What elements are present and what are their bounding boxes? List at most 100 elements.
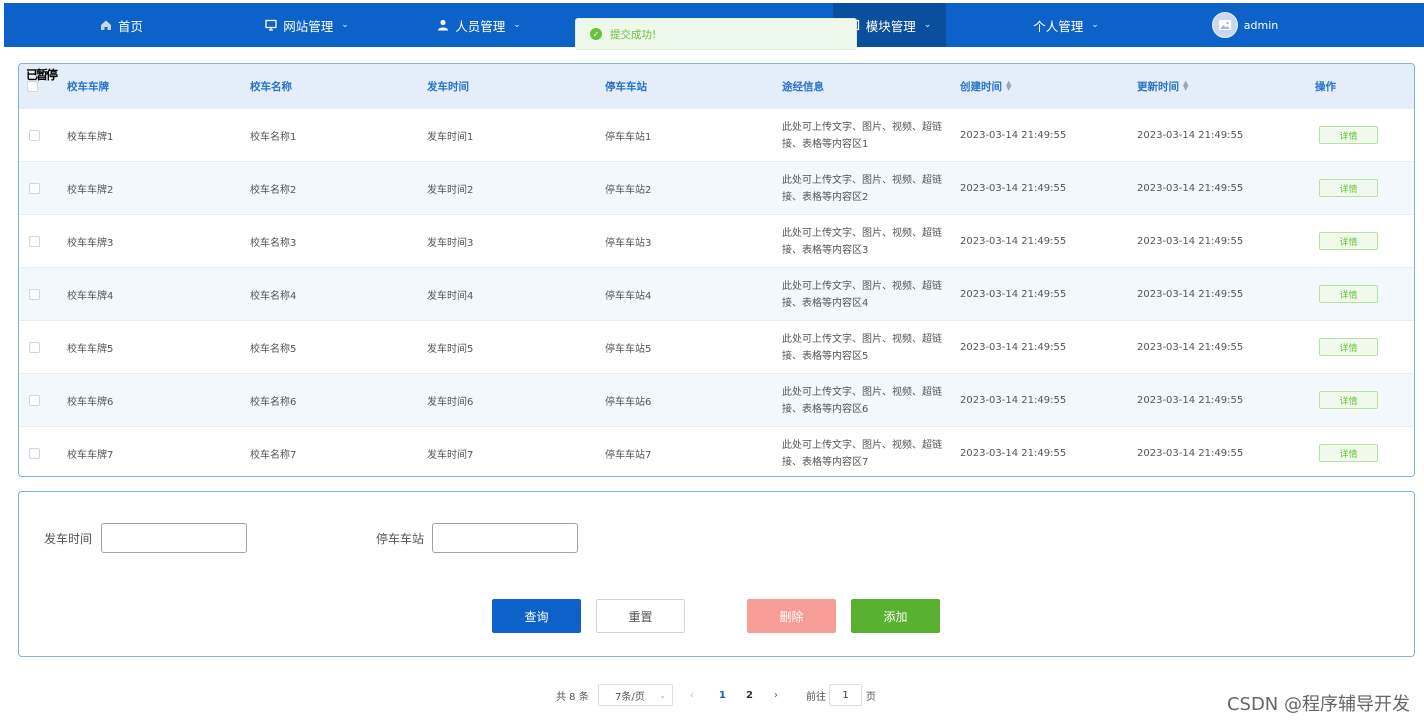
cell-created: 2023-03-14 21:49:55 xyxy=(960,448,1067,459)
table-row: 校车车牌4 校车名称4 发车时间4 停车车站4 此处可上传文字、图片、视频、超链接、表格… xyxy=(19,267,1414,320)
row-checkbox[interactable] xyxy=(29,448,40,459)
table-row: 校车车牌1 校车名称1 发车时间1 停车车站1 此处可上传文字、图片、视频、超链接、表格… xyxy=(19,108,1414,161)
cell-depart: 发车时间2 xyxy=(427,185,474,196)
header-updated-label: 更新时间 xyxy=(1137,80,1179,93)
table-row: 校车车牌3 校车名称3 发车时间3 停车车站3 此处可上传文字、图片、视频、超链接、表格… xyxy=(19,214,1414,267)
nav-website-label: 网站管理 xyxy=(283,18,334,34)
page-suffix-label: 页 xyxy=(866,691,876,703)
check-circle-icon: ✓ xyxy=(590,28,602,40)
station-input[interactable] xyxy=(432,523,578,553)
nav-personnel-label: 人员管理 xyxy=(455,18,506,34)
station-label: 停车车站 xyxy=(376,532,425,546)
cell-name: 校车名称1 xyxy=(250,132,297,143)
cell-plate: 校车车牌7 xyxy=(67,450,114,461)
cell-depart: 发车时间1 xyxy=(427,132,474,143)
depart-time-input[interactable] xyxy=(101,523,247,553)
delete-button[interactable]: 删除 xyxy=(747,599,836,633)
paused-overlay-text: 已暂停 xyxy=(26,68,58,82)
cell-route: 此处可上传文字、图片、视频、超链接、表格等内容区4 xyxy=(782,280,942,309)
cell-route: 此处可上传文字、图片、视频、超链接、表格等内容区6 xyxy=(782,386,942,415)
cell-name: 校车名称7 xyxy=(250,450,297,461)
row-checkbox[interactable] xyxy=(29,342,40,353)
sort-icon[interactable]: ▲ ▼ xyxy=(1006,80,1011,92)
cell-updated: 2023-03-14 21:49:55 xyxy=(1137,289,1244,300)
depart-time-label: 发车时间 xyxy=(44,532,93,546)
cell-created: 2023-03-14 21:49:55 xyxy=(960,236,1067,247)
header-created[interactable]: 创建时间 ▲ ▼ xyxy=(960,64,1011,108)
prev-page-icon[interactable]: ‹ xyxy=(690,684,694,706)
nav-home-label: 首页 xyxy=(117,18,143,34)
success-toast: ✓ 提交成功! xyxy=(575,18,857,50)
header-station: 停车车站 xyxy=(605,64,647,108)
goto-page-input[interactable]: 1 xyxy=(829,684,862,706)
cell-depart: 发车时间5 xyxy=(427,344,474,355)
detail-button[interactable]: 详情 xyxy=(1319,179,1378,197)
chevron-down-icon: ⌄ xyxy=(513,20,521,30)
user-menu[interactable]: admin xyxy=(1186,3,1304,47)
cell-station: 停车车站2 xyxy=(605,185,652,196)
cell-name: 校车名称5 xyxy=(250,344,297,355)
goto-label: 前往 xyxy=(806,691,826,703)
cell-updated: 2023-03-14 21:49:55 xyxy=(1137,183,1244,194)
row-checkbox[interactable] xyxy=(29,289,40,300)
nav-website-management[interactable]: 网站管理 ⌄ xyxy=(239,3,375,47)
query-button[interactable]: 查询 xyxy=(492,599,581,633)
header-name: 校车名称 xyxy=(250,64,292,108)
cell-plate: 校车车牌4 xyxy=(67,291,114,302)
cell-updated: 2023-03-14 21:49:55 xyxy=(1137,130,1244,141)
cell-plate: 校车车牌5 xyxy=(67,344,114,355)
cell-name: 校车名称3 xyxy=(250,238,297,249)
cell-depart: 发车时间4 xyxy=(427,291,474,302)
cell-depart: 发车时间6 xyxy=(427,397,474,408)
search-panel: 发车时间 停车车站 查询 重置 删除 添加 xyxy=(18,491,1415,657)
cell-name: 校车名称4 xyxy=(250,291,297,302)
row-checkbox[interactable] xyxy=(29,236,40,247)
detail-button[interactable]: 详情 xyxy=(1319,338,1378,356)
detail-button[interactable]: 详情 xyxy=(1319,232,1378,250)
header-route-label: 途经信息 xyxy=(782,80,824,93)
table-row: 校车车牌7 校车名称7 发车时间7 停车车站7 此处可上传文字、图片、视频、超链接、表格… xyxy=(19,426,1414,476)
cell-updated: 2023-03-14 21:49:55 xyxy=(1137,395,1244,406)
nav-module-label: 模块管理 xyxy=(865,18,916,34)
cell-created: 2023-03-14 21:49:55 xyxy=(960,395,1067,406)
chevron-down-icon: ⌄ xyxy=(923,20,932,30)
watermark: CSDN @程序辅导开发 xyxy=(1226,694,1410,715)
detail-button[interactable]: 详情 xyxy=(1319,126,1378,144)
nav-home[interactable]: 首页 xyxy=(4,3,239,47)
add-button[interactable]: 添加 xyxy=(851,599,940,633)
nav-personal-management[interactable]: 个人管理 ⌄ xyxy=(946,3,1186,47)
row-checkbox[interactable] xyxy=(29,183,40,194)
cell-updated: 2023-03-14 21:49:55 xyxy=(1137,342,1244,353)
detail-button[interactable]: 详情 xyxy=(1319,444,1378,462)
header-name-label: 校车名称 xyxy=(250,80,292,93)
sort-icon[interactable]: ▲ ▼ xyxy=(1183,80,1188,92)
table-row: 校车车牌6 校车名称6 发车时间6 停车车站6 此处可上传文字、图片、视频、超链接、表格… xyxy=(19,373,1414,426)
header-station-label: 停车车站 xyxy=(605,80,647,93)
header-action-label: 操作 xyxy=(1315,80,1336,93)
header-updated[interactable]: 更新时间 ▲ ▼ xyxy=(1137,64,1188,108)
cell-plate: 校车车牌6 xyxy=(67,397,114,408)
page-1[interactable]: 1 xyxy=(719,684,726,706)
row-checkbox[interactable] xyxy=(29,130,40,141)
next-page-icon[interactable]: › xyxy=(774,684,778,706)
nav-personnel-management[interactable]: 人员管理 ⌄ xyxy=(375,3,583,47)
page-size-select[interactable]: 7条/页 ⌄ xyxy=(598,684,673,706)
cell-station: 停车车站5 xyxy=(605,344,652,355)
table-row: 校车车牌5 校车名称5 发车时间5 停车车站5 此处可上传文字、图片、视频、超链接、表格… xyxy=(19,320,1414,373)
cell-created: 2023-03-14 21:49:55 xyxy=(960,289,1067,300)
page-2[interactable]: 2 xyxy=(746,684,753,706)
cell-station: 停车车站1 xyxy=(605,132,652,143)
row-checkbox[interactable] xyxy=(29,395,40,406)
cell-created: 2023-03-14 21:49:55 xyxy=(960,183,1067,194)
cell-plate: 校车车牌1 xyxy=(67,132,114,143)
reset-button[interactable]: 重置 xyxy=(596,599,685,633)
monitor-icon xyxy=(265,19,277,31)
cell-created: 2023-03-14 21:49:55 xyxy=(960,342,1067,353)
detail-button[interactable]: 详情 xyxy=(1319,391,1378,409)
cell-route: 此处可上传文字、图片、视频、超链接、表格等内容区1 xyxy=(782,121,942,150)
user-icon xyxy=(438,19,449,31)
avatar xyxy=(1211,12,1238,38)
toast-message: 提交成功! xyxy=(610,28,657,41)
detail-button[interactable]: 详情 xyxy=(1319,285,1378,303)
chevron-down-icon: ⌄ xyxy=(659,690,666,700)
